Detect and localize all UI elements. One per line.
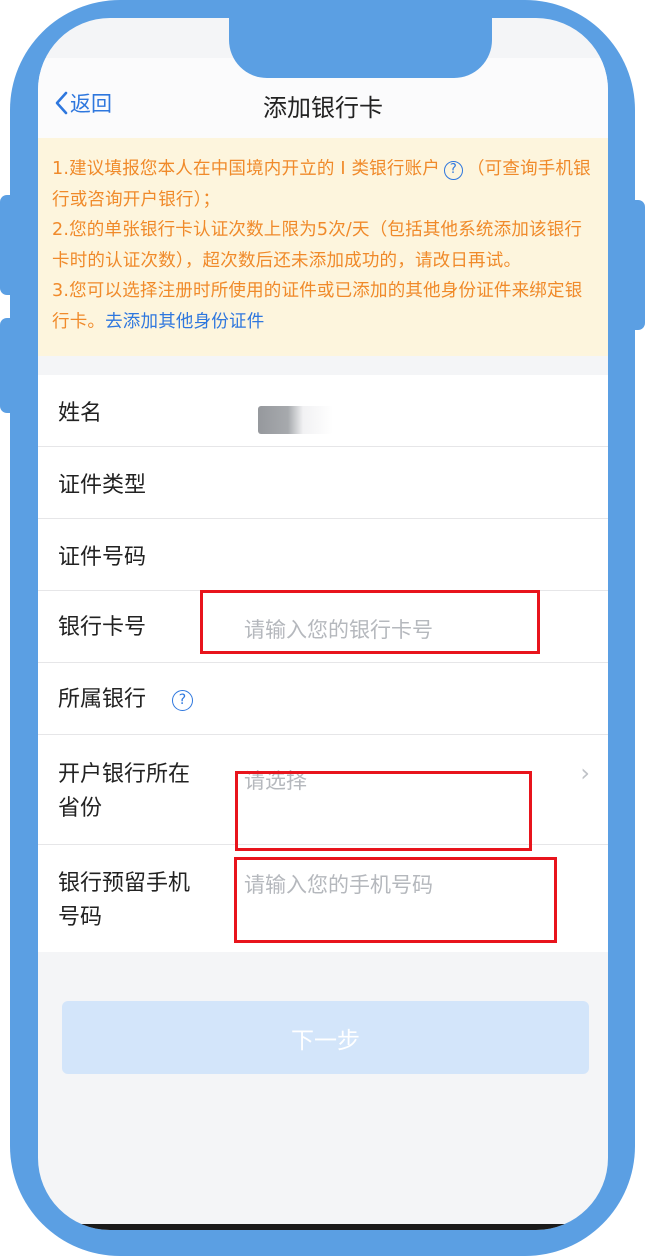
card-number-row: 银行卡号 请输入您的银行卡号	[38, 590, 608, 663]
notice-item-2: 2.您的单张银行卡认证次数上限为5次/天（包括其他系统添加该银行卡时的认证次数）…	[52, 220, 583, 271]
bank-row: 所属银行 ?	[38, 663, 608, 735]
page-title: 添加银行卡	[263, 94, 383, 122]
card-number-highlight	[200, 590, 540, 654]
bank-card-form: 姓名 证件类型 证件号码 银行卡号 请输入您的银行卡号 所属银行 ? 开户银行所…	[38, 375, 608, 952]
id-number-label: 证件号码	[58, 545, 147, 570]
notice-item-3: 3.您可以选择注册时所使用的证件或已添加的其他身份证件来绑定银行卡。去添加其他身…	[52, 276, 596, 337]
id-type-label: 证件类型	[58, 473, 147, 498]
add-other-id-link[interactable]: 去添加其他身份证件	[105, 312, 264, 332]
notice-panel: 1.建议填报您本人在中国境内开立的 I 类银行账户? （可查询手机银行或咨询开户银…	[38, 138, 608, 356]
notice-text-1a: 1.建议填报您本人在中国境内开立的 I 类银行账户	[52, 159, 440, 179]
phone-row: 银行预留手机 号码 请输入您的手机号码	[38, 845, 608, 952]
card-number-label: 银行卡号	[58, 615, 147, 640]
phone-label-line2: 号码	[58, 905, 103, 930]
phone-label-line1: 银行预留手机	[58, 871, 191, 896]
power-button	[631, 200, 645, 330]
province-label-line1: 开户银行所在	[58, 762, 191, 787]
name-row: 姓名	[38, 375, 608, 447]
masked-name-value	[258, 406, 333, 434]
province-label-line2: 省份	[58, 796, 103, 821]
next-step-button[interactable]: 下一步	[62, 1001, 589, 1074]
notice-item-1: 1.建议填报您本人在中国境内开立的 I 类银行账户? （可查询手机银行或咨询开户银…	[52, 154, 596, 215]
screen-bottom-edge	[38, 1224, 608, 1230]
phone-highlight	[234, 857, 557, 943]
phone-screen: 返回 添加银行卡 1.建议填报您本人在中国境内开立的 I 类银行账户? （可查询手…	[38, 18, 608, 1230]
notch	[229, 18, 492, 78]
volume-up-button	[0, 195, 14, 295]
province-highlight	[235, 771, 532, 851]
bank-label: 所属银行	[58, 687, 147, 712]
id-number-row: 证件号码	[38, 519, 608, 591]
help-icon[interactable]: ?	[172, 690, 193, 711]
name-label: 姓名	[58, 401, 103, 426]
province-row[interactable]: 开户银行所在 省份 请选择 ›	[38, 735, 608, 851]
id-type-row[interactable]: 证件类型	[38, 447, 608, 519]
volume-down-button	[0, 318, 14, 413]
chevron-right-icon: ›	[580, 759, 590, 787]
help-icon[interactable]: ?	[443, 161, 463, 180]
